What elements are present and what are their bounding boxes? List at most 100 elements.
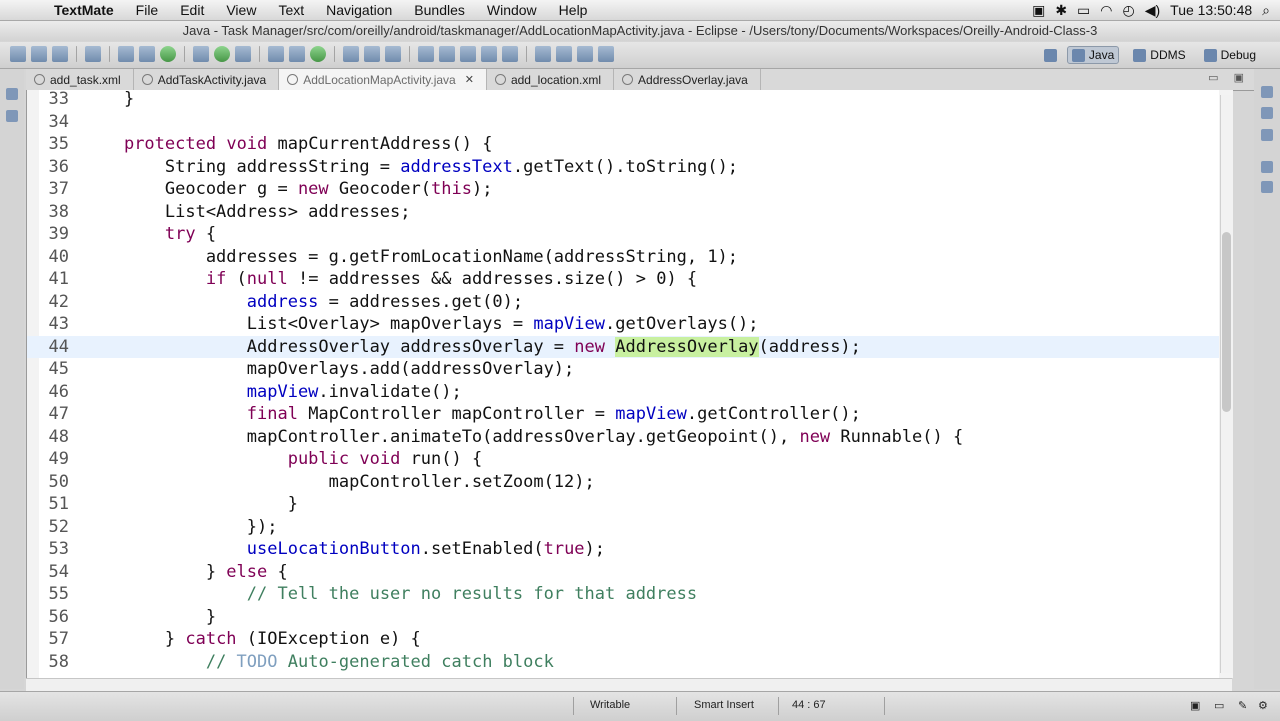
close-tab-icon[interactable]: ✕: [465, 73, 474, 86]
code-line[interactable]: 57 } catch (IOException e) {: [27, 628, 1219, 651]
perspective-ddms[interactable]: DDMS: [1129, 47, 1189, 63]
open-folder-icon[interactable]: [364, 46, 380, 62]
new-item-icon[interactable]: [310, 46, 326, 62]
code-line[interactable]: 44 AddressOverlay addressOverlay = new A…: [27, 335, 1219, 359]
code-line[interactable]: 46 mapView.invalidate();: [27, 381, 1219, 404]
code-line[interactable]: 43 List<Overlay> mapOverlays = mapView.g…: [27, 313, 1219, 336]
code-line[interactable]: 45 mapOverlays.add(addressOverlay);: [27, 358, 1219, 381]
run-icon[interactable]: [214, 46, 230, 62]
code-line[interactable]: 37 Geocoder g = new Geocoder(this);: [27, 178, 1219, 201]
android-sdk-icon[interactable]: [118, 46, 134, 62]
menu-edit[interactable]: Edit: [169, 2, 215, 18]
code-line[interactable]: 49 public void run() {: [27, 448, 1219, 471]
tab-add-task-xml[interactable]: add_task.xml: [26, 69, 134, 90]
new-java-class-icon[interactable]: [289, 46, 305, 62]
debug-icon[interactable]: [193, 46, 209, 62]
code-line[interactable]: 34: [27, 111, 1219, 134]
spotlight-search-icon[interactable]: ⌕: [1262, 2, 1270, 19]
new-android-project-icon[interactable]: [160, 46, 176, 62]
code-text[interactable]: mapController.setZoom(12);: [83, 471, 595, 494]
code-area[interactable]: 33 } 34 35 protected void mapCurrentAddres…: [27, 90, 1219, 678]
restore-view-icon[interactable]: [1261, 161, 1273, 173]
time-machine-icon[interactable]: ◴: [1123, 2, 1135, 19]
code-text[interactable]: protected void mapCurrentAddress() {: [83, 133, 493, 156]
new-file-icon[interactable]: [10, 46, 26, 62]
forward-arrow-icon[interactable]: [598, 46, 614, 62]
print-icon[interactable]: [85, 46, 101, 62]
wifi-icon[interactable]: ◠: [1100, 2, 1112, 19]
code-text[interactable]: final MapController mapController = mapV…: [83, 403, 861, 426]
menu-file[interactable]: File: [125, 2, 170, 18]
code-line[interactable]: 40 addresses = g.getFromLocationName(add…: [27, 246, 1219, 269]
save-icon[interactable]: [31, 46, 47, 62]
show-whitespace-icon[interactable]: [481, 46, 497, 62]
search-icon[interactable]: [385, 46, 401, 62]
android-avd-icon[interactable]: [139, 46, 155, 62]
code-text[interactable]: mapOverlays.add(addressOverlay);: [83, 358, 575, 381]
horizontal-scrollbar[interactable]: [26, 678, 1232, 691]
code-text[interactable]: // TODO Auto-generated catch block: [83, 651, 554, 674]
code-text[interactable]: }: [83, 90, 134, 111]
paragraph-icon[interactable]: [502, 46, 518, 62]
clock[interactable]: Tue 13:50:48: [1170, 2, 1252, 18]
menu-window[interactable]: Window: [476, 2, 548, 18]
code-line[interactable]: 42 address = addresses.get(0);: [27, 291, 1219, 314]
back-arrow-icon[interactable]: [577, 46, 593, 62]
code-text[interactable]: if (null != addresses && addresses.size(…: [83, 268, 697, 291]
code-text[interactable]: mapController.animateTo(addressOverlay.g…: [83, 426, 963, 449]
code-text[interactable]: }: [83, 606, 216, 629]
display-icon[interactable]: ▭: [1077, 2, 1090, 19]
code-line[interactable]: 52 });: [27, 516, 1219, 539]
code-line[interactable]: 51 }: [27, 493, 1219, 516]
tab-add-location-xml[interactable]: add_location.xml: [487, 69, 615, 90]
code-line[interactable]: 33 }: [27, 90, 1219, 111]
code-editor[interactable]: 33 } 34 35 protected void mapCurrentAddres…: [26, 90, 1233, 678]
edit-icon[interactable]: ✎: [1238, 699, 1247, 712]
code-text[interactable]: List<Address> addresses;: [83, 201, 411, 224]
tab-address-overlay[interactable]: AddressOverlay.java: [614, 69, 761, 90]
restore-icon[interactable]: ▭: [1214, 699, 1224, 712]
vertical-scrollbar[interactable]: [1220, 95, 1233, 673]
code-text[interactable]: public void run() {: [83, 448, 483, 471]
volume-icon[interactable]: ◀): [1145, 2, 1160, 19]
menu-bundles[interactable]: Bundles: [403, 2, 476, 18]
open-perspective-icon[interactable]: [1043, 48, 1057, 62]
code-text[interactable]: AddressOverlay addressOverlay = new Addr…: [83, 336, 861, 359]
code-line[interactable]: 53 useLocationButton.setEnabled(true);: [27, 538, 1219, 561]
code-text[interactable]: List<Overlay> mapOverlays = mapView.getO…: [83, 313, 759, 336]
code-text[interactable]: useLocationButton.setEnabled(true);: [83, 538, 605, 561]
code-text[interactable]: }: [83, 493, 298, 516]
menu-app[interactable]: TextMate: [42, 2, 125, 18]
package-explorer-icon[interactable]: [6, 110, 18, 122]
tab-add-location-map-activity[interactable]: AddLocationMapActivity.java ✕: [279, 69, 487, 90]
code-line[interactable]: 48 mapController.animateTo(addressOverla…: [27, 426, 1219, 449]
save-all-icon[interactable]: [52, 46, 68, 62]
camera-icon[interactable]: ▣: [1032, 2, 1045, 19]
code-line[interactable]: 41 if (null != addresses && addresses.si…: [27, 268, 1219, 291]
menu-text[interactable]: Text: [267, 2, 315, 18]
block-selection-icon[interactable]: [460, 46, 476, 62]
tab-add-task-activity[interactable]: AddTaskActivity.java: [134, 69, 280, 90]
settings-icon[interactable]: ⚙: [1258, 699, 1268, 712]
code-text[interactable]: // Tell the user no results for that add…: [83, 583, 697, 606]
previous-annotation-icon[interactable]: [556, 46, 572, 62]
code-line[interactable]: 55 // Tell the user no results for that …: [27, 583, 1219, 606]
toggle-mark-occurrences-icon[interactable]: [418, 46, 434, 62]
minimize-maximize-icon[interactable]: ▭ ▣: [1208, 71, 1250, 84]
code-text[interactable]: } else {: [83, 561, 288, 584]
menu-help[interactable]: Help: [548, 2, 599, 18]
perspective-debug[interactable]: Debug: [1200, 47, 1260, 63]
code-text[interactable]: addresses = g.getFromLocationName(addres…: [83, 246, 738, 269]
menu-view[interactable]: View: [215, 2, 267, 18]
code-line[interactable]: 39 try {: [27, 223, 1219, 246]
code-text[interactable]: address = addresses.get(0);: [83, 291, 523, 314]
code-line[interactable]: 50 mapController.setZoom(12);: [27, 471, 1219, 494]
menu-navigation[interactable]: Navigation: [315, 2, 403, 18]
fast-view-icon[interactable]: ▣: [1190, 699, 1200, 712]
code-text[interactable]: mapView.invalidate();: [83, 381, 462, 404]
code-text[interactable]: try {: [83, 223, 216, 246]
code-line[interactable]: 58 // TODO Auto-generated catch block: [27, 651, 1219, 674]
code-line[interactable]: 38 List<Address> addresses;: [27, 201, 1219, 224]
code-line[interactable]: 56 }: [27, 606, 1219, 629]
vertical-scrollbar-thumb[interactable]: [1222, 232, 1231, 412]
